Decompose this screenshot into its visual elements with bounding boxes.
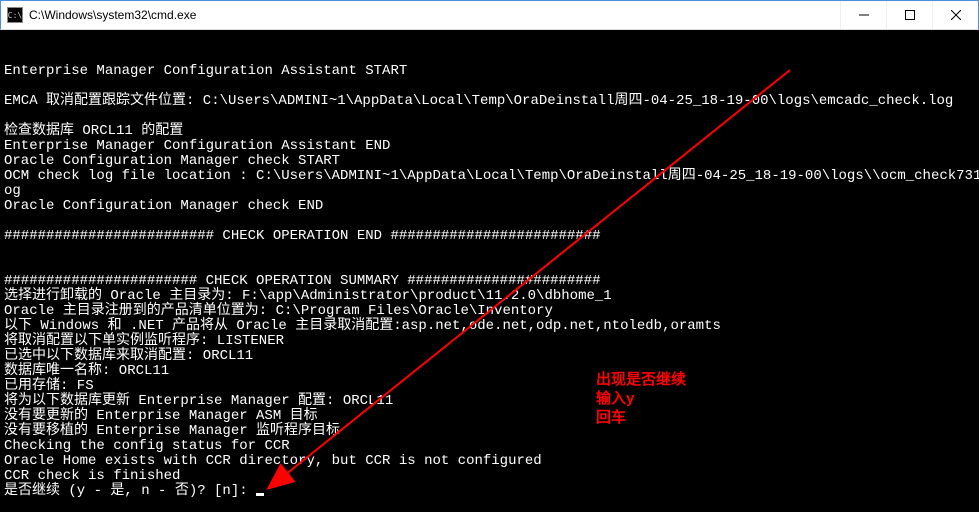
- terminal-line: ####################### CHECK OPERATION …: [4, 274, 975, 289]
- window-title: C:\Windows\system32\cmd.exe: [29, 8, 196, 22]
- terminal-line: [4, 259, 975, 274]
- window-controls: [840, 1, 978, 29]
- terminal-line: 数据库唯一名称: ORCL11: [4, 364, 975, 379]
- terminal-line: 选择进行卸载的 Oracle 主目录为: F:\app\Administrato…: [4, 289, 975, 304]
- terminal-line: [4, 214, 975, 229]
- terminal-line: Checking the config status for CCR: [4, 439, 975, 454]
- terminal-line: [4, 79, 975, 94]
- terminal-line: 已选中以下数据库来取消配置: ORCL11: [4, 349, 975, 364]
- terminal-line: [4, 109, 975, 124]
- maximize-button[interactable]: [886, 1, 932, 29]
- terminal-area[interactable]: Enterprise Manager Configuration Assista…: [0, 30, 979, 512]
- terminal-line: Oracle Configuration Manager check START: [4, 154, 975, 169]
- titlebar-left: C:\ C:\Windows\system32\cmd.exe: [1, 7, 196, 23]
- terminal-line: 已用存储: FS: [4, 379, 975, 394]
- terminal-line: Oracle 主目录注册到的产品清单位置为: C:\Program Files\…: [4, 304, 975, 319]
- terminal-line: CCR check is finished: [4, 469, 975, 484]
- terminal-line: ######################### CHECK OPERATIO…: [4, 229, 975, 244]
- terminal-line: EMCA 取消配置跟踪文件位置: C:\Users\ADMINI~1\AppDa…: [4, 94, 975, 109]
- terminal-line: 是否继续 (y - 是, n - 否)? [n]:: [4, 484, 975, 499]
- terminal-line: Oracle Configuration Manager check END: [4, 199, 975, 214]
- terminal-line: OCM check log file location : C:\Users\A…: [4, 169, 975, 184]
- terminal-line: Enterprise Manager Configuration Assista…: [4, 64, 975, 79]
- window-titlebar: C:\ C:\Windows\system32\cmd.exe: [0, 0, 979, 30]
- terminal-line: 将取消配置以下单实例监听程序: LISTENER: [4, 334, 975, 349]
- terminal-line: 没有要更新的 Enterprise Manager ASM 目标: [4, 409, 975, 424]
- terminal-line: og: [4, 184, 975, 199]
- close-button[interactable]: [932, 1, 978, 29]
- terminal-line: 将为以下数据库更新 Enterprise Manager 配置: ORCL11: [4, 394, 975, 409]
- cursor-icon: [256, 493, 264, 496]
- terminal-line: 检查数据库 ORCL11 的配置: [4, 124, 975, 139]
- minimize-button[interactable]: [840, 1, 886, 29]
- terminal-line: [4, 244, 975, 259]
- terminal-line: 以下 Windows 和 .NET 产品将从 Oracle 主目录取消配置:as…: [4, 319, 975, 334]
- terminal-line: [4, 49, 975, 64]
- terminal-line: [4, 34, 975, 49]
- terminal-line: 没有要移植的 Enterprise Manager 监听程序目标: [4, 424, 975, 439]
- terminal-line: Enterprise Manager Configuration Assista…: [4, 139, 975, 154]
- cmd-icon: C:\: [7, 7, 23, 23]
- terminal-line: Oracle Home exists with CCR directory, b…: [4, 454, 975, 469]
